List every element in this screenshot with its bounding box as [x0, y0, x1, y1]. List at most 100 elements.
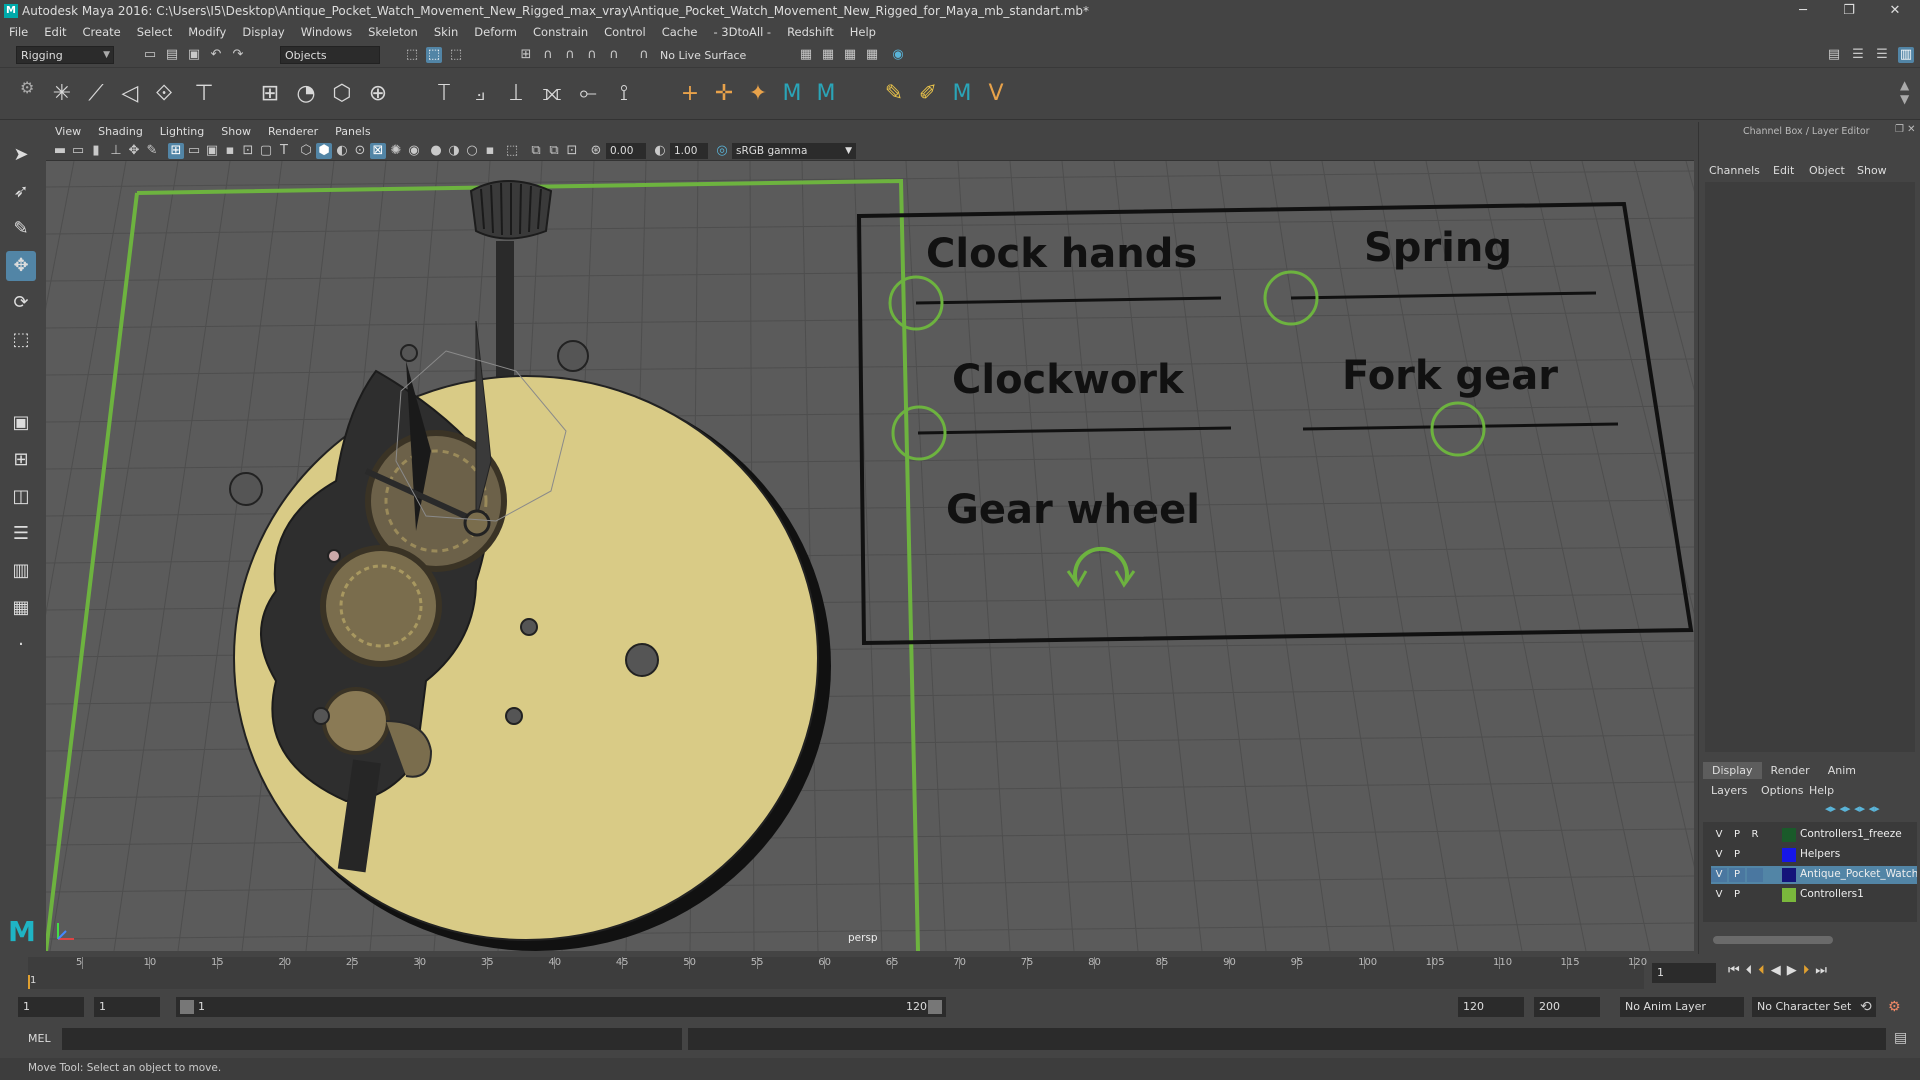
custom-layout-icon[interactable]: · — [6, 630, 36, 660]
lasso-tool-icon[interactable]: ➶ — [6, 177, 36, 207]
render-view-icon[interactable]: ▦ — [798, 47, 814, 63]
lights-icon[interactable]: ● — [428, 143, 444, 159]
flat-shade-icon[interactable]: ◐ — [334, 143, 350, 159]
snap-point-icon[interactable]: ∩ — [562, 47, 578, 63]
channel-object-menu[interactable]: Object — [1809, 164, 1845, 177]
go-to-end-icon[interactable]: ⏭ — [1815, 963, 1833, 978]
panel-menu-renderer[interactable]: Renderer — [259, 123, 326, 138]
menu-3dtoall[interactable]: - 3DtoAll - — [704, 22, 778, 39]
menu-modify[interactable]: Modify — [179, 22, 233, 39]
end-time-field[interactable]: 200 — [1534, 997, 1600, 1017]
layer-color-swatch[interactable] — [1782, 828, 1796, 842]
time-slider[interactable]: 5 10 15 20 25 30 35 40 45 50 55 60 65 70 75 80 85 90 95 100… — [0, 955, 1920, 993]
range-bar[interactable]: 1 120 — [176, 997, 946, 1017]
panel-menu-show[interactable]: Show — [212, 123, 259, 138]
xray-active-icon[interactable]: ⧉ — [546, 143, 562, 159]
range-start-handle[interactable] — [180, 1000, 194, 1014]
lattice-icon[interactable]: ⊞ — [256, 80, 284, 108]
start-time-field[interactable]: 1 — [18, 997, 84, 1017]
modeling-toolkit-icon[interactable]: ▤ — [1826, 47, 1842, 63]
maximize-button[interactable]: ❐ — [1834, 2, 1864, 20]
select-object-icon[interactable]: ⬚ — [426, 47, 442, 63]
backface-icon[interactable]: ⊡ — [564, 143, 580, 159]
tab-display[interactable]: Display — [1703, 762, 1762, 779]
layer-playback-toggle[interactable]: P — [1729, 888, 1745, 902]
make-live-icon[interactable]: ∩ — [636, 47, 652, 63]
tab-anim[interactable]: Anim — [1819, 762, 1865, 779]
play-forward-icon[interactable]: ▶ — [1787, 963, 1803, 978]
hypershade-layout-icon[interactable]: ▦ — [6, 593, 36, 623]
menu-redshift[interactable]: Redshift — [778, 22, 841, 39]
layer-row[interactable]: V P Helpers — [1711, 846, 1917, 864]
field-chart-icon[interactable]: ⊡ — [240, 143, 256, 159]
script-editor-icon[interactable]: ▤ — [1894, 1030, 1907, 1046]
menu-windows[interactable]: Windows — [292, 22, 359, 39]
bookmark-icon[interactable]: ▮ — [88, 143, 104, 159]
menu-deform[interactable]: Deform — [465, 22, 524, 39]
tab-render[interactable]: Render — [1762, 762, 1819, 779]
grease-pencil-icon[interactable]: ✎ — [144, 143, 160, 159]
time-ruler[interactable]: 5 10 15 20 25 30 35 40 45 50 55 60 65 70 75 80 85 90 95 100… — [28, 957, 1647, 989]
layer-options-menu[interactable]: Options — [1761, 784, 1803, 797]
layer-reference-toggle[interactable]: R — [1747, 828, 1763, 842]
attribute-editor-icon[interactable]: ☰ — [1850, 47, 1866, 63]
layer-playback-toggle[interactable]: P — [1729, 828, 1745, 842]
snap-view-icon[interactable]: ∩ — [584, 47, 600, 63]
character-set-dropdown[interactable]: No Character Set — [1752, 997, 1876, 1017]
layer-reference-toggle[interactable] — [1747, 848, 1763, 862]
panel-menu-shading[interactable]: Shading — [89, 123, 151, 138]
panel-menu-panels[interactable]: Panels — [326, 123, 378, 138]
rig-script-3-icon[interactable]: M — [948, 80, 976, 108]
four-pane-icon[interactable]: ⊞ — [6, 445, 36, 475]
bone-icon[interactable]: ✦ — [744, 80, 772, 108]
ipr-render-icon[interactable]: ▦ — [842, 47, 858, 63]
close-button[interactable]: ✕ — [1880, 2, 1910, 20]
safe-action-icon[interactable]: ▢ — [258, 143, 274, 159]
snap-grid-icon[interactable]: ⊞ — [518, 47, 534, 63]
xray-joints-icon[interactable]: ⧉ — [528, 143, 544, 159]
rotate-tool-icon[interactable]: ⟳ — [6, 288, 36, 318]
film-gate-icon[interactable]: ▭ — [186, 143, 202, 159]
select-tool-icon[interactable]: ➤ — [6, 140, 36, 170]
gate-mask-icon[interactable]: ▪ — [222, 143, 238, 159]
locator-icon[interactable]: + — [676, 80, 704, 108]
wireframe-icon[interactable]: ⬡ — [298, 143, 314, 159]
select-hierarchy-icon[interactable]: ⬚ — [404, 47, 420, 63]
redo-icon[interactable]: ↷ — [230, 47, 246, 63]
layer-color-swatch[interactable] — [1782, 848, 1796, 862]
exposure-field[interactable]: 0.00 — [606, 143, 646, 159]
scale-constraint-icon[interactable]: ⟗ — [538, 80, 566, 108]
layer-color-swatch[interactable] — [1782, 868, 1796, 882]
gamma-icon[interactable]: ◐ — [652, 143, 668, 159]
ik-spline-icon[interactable]: ◁ — [116, 80, 144, 108]
parent-constraint-icon[interactable]: ⟜ — [574, 80, 602, 108]
single-pane-icon[interactable]: ▣ — [6, 408, 36, 438]
shelf-scroll-icon[interactable]: ▲ ▼ — [1900, 78, 1909, 106]
menu-display[interactable]: Display — [233, 22, 291, 39]
save-scene-icon[interactable]: ▣ — [186, 47, 202, 63]
tool-settings-icon[interactable]: ☰ — [1874, 47, 1890, 63]
menu-skin[interactable]: Skin — [425, 22, 465, 39]
command-input[interactable] — [62, 1028, 682, 1050]
cluster-icon[interactable]: ◔ — [292, 80, 320, 108]
scale-tool-icon[interactable]: ⬚ — [6, 325, 36, 355]
panel-menu-lighting[interactable]: Lighting — [151, 123, 212, 138]
channel-list[interactable] — [1705, 182, 1915, 752]
layer-create-icons[interactable]: ◂▸ ◂▸ ◂▸ ◂▸ — [1825, 802, 1880, 815]
panel-float-icon[interactable]: ❐ ✕ — [1895, 124, 1916, 135]
panel-menu-view[interactable]: View — [46, 123, 89, 138]
locator-constraint-icon[interactable]: ✛ — [710, 80, 738, 108]
menu-skeleton[interactable]: Skeleton — [359, 22, 425, 39]
minimize-button[interactable]: ─ — [1788, 2, 1818, 20]
wrap-icon[interactable]: ⬡ — [328, 80, 356, 108]
paint-select-icon[interactable]: ✎ — [6, 214, 36, 244]
layer-list-scrollbar[interactable] — [1713, 936, 1833, 944]
xray-icon[interactable]: ✺ — [388, 143, 404, 159]
select-component-icon[interactable]: ⬚ — [448, 47, 464, 63]
layer-playback-toggle[interactable]: P — [1729, 868, 1745, 882]
range-end-handle[interactable] — [928, 1000, 942, 1014]
mirror-joint-icon[interactable]: ⊤ — [190, 80, 218, 108]
textured-icon[interactable]: ◉ — [406, 143, 422, 159]
current-frame-field[interactable]: 1 — [1652, 963, 1716, 983]
render-settings-icon[interactable]: ▦ — [864, 47, 880, 63]
